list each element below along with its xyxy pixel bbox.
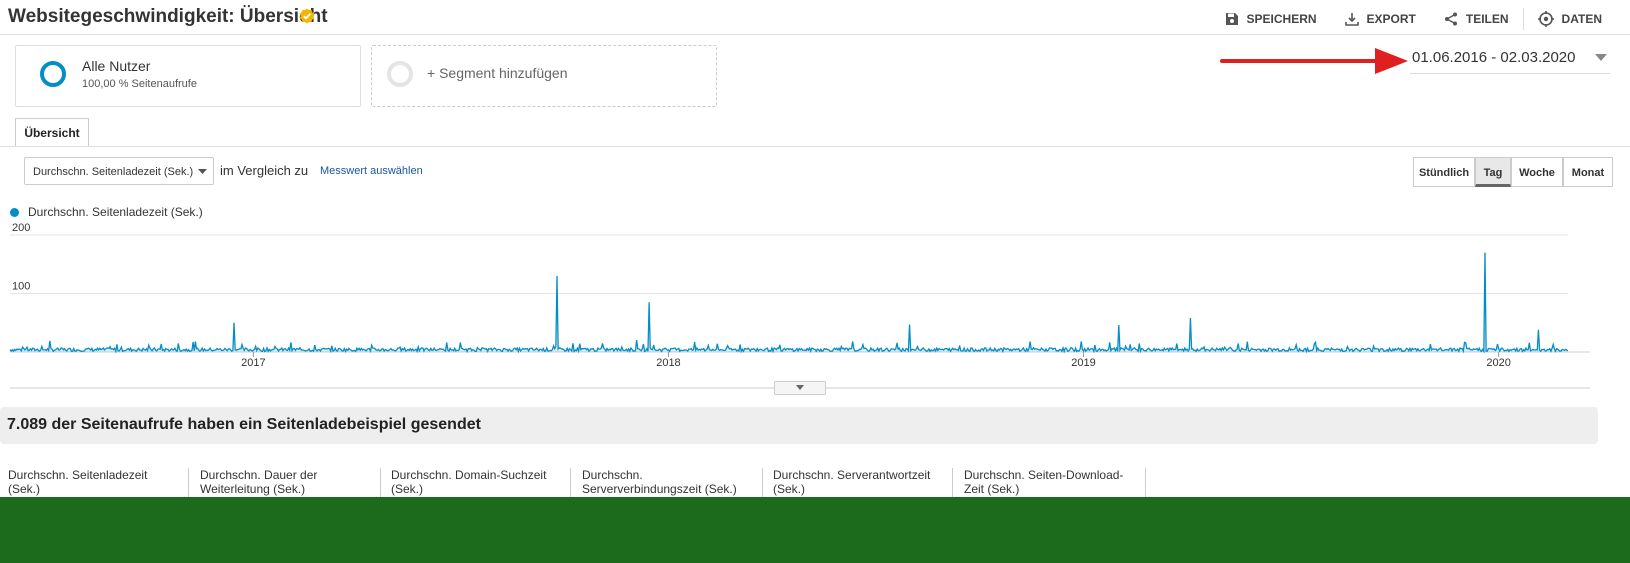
x-tick-label: 2018: [656, 357, 680, 369]
metric-col-download[interactable]: Durchschn. Seiten-Download- Zeit (Sek.): [964, 468, 1123, 496]
header-divider-line: [0, 34, 1630, 35]
export-label: EXPORT: [1366, 12, 1416, 26]
granularity-hourly[interactable]: Stündlich: [1413, 157, 1475, 187]
column-divider: [570, 468, 571, 498]
summary-headline: 7.089 der Seitenaufrufe haben ein Seiten…: [7, 416, 481, 433]
metric-label: Durchschn. Serverantwortzeit: [773, 468, 931, 482]
tab-baseline: [0, 146, 1630, 147]
column-divider: [188, 468, 189, 498]
metric-select[interactable]: Durchschn. Seitenladezeit (Sek.): [24, 157, 214, 185]
granularity-week[interactable]: Woche: [1511, 157, 1563, 187]
metric-col-server-response[interactable]: Durchschn. Serverantwortzeit (Sek.): [773, 468, 930, 496]
date-range-picker[interactable]: 01.06.2016 - 02.03.2020: [1412, 49, 1575, 66]
data-icon: [1537, 11, 1554, 27]
chevron-down-icon[interactable]: [1595, 54, 1607, 62]
save-label: SPEICHERN: [1246, 12, 1317, 26]
download-icon: [1344, 13, 1359, 26]
share-button[interactable]: TEILEN: [1430, 12, 1523, 26]
segment-subtitle: 100,00 % Seitenaufrufe: [82, 78, 197, 90]
metric-col-load-time[interactable]: Durchschn. Seitenladezeit (Sek.): [8, 468, 147, 496]
compare-text: im Vergleich zu: [220, 163, 309, 178]
metric-label: Zeit (Sek.): [964, 482, 1020, 496]
page-title: Websitegeschwindigkeit: Übersicht: [8, 6, 328, 27]
metric-col-domain-lookup[interactable]: Durchschn. Domain-Suchzeit (Sek.): [391, 468, 546, 496]
add-segment-label: + Segment hinzufügen: [427, 65, 568, 81]
x-tick-label: 2017: [241, 357, 265, 369]
series-line: [9, 252, 1569, 354]
y-tick-label: 200: [12, 222, 30, 234]
annotation-arrow-icon: [1220, 48, 1408, 74]
date-range-text: 01.06.2016 - 02.03.2020: [1412, 49, 1576, 66]
metric-select-value: Durchschn. Seitenladezeit (Sek.): [33, 166, 194, 178]
tab-overview[interactable]: Übersicht: [15, 118, 89, 147]
segment-all-users[interactable]: Alle Nutzer 100,00 % Seitenaufrufe: [15, 45, 361, 107]
metric-label: (Sek.): [391, 482, 424, 496]
add-segment-button[interactable]: + Segment hinzufügen: [371, 45, 717, 107]
compare-metric-link[interactable]: Messwert auswählen: [320, 165, 423, 177]
metric-label: Weiterleitung (Sek.): [200, 482, 306, 496]
obscured-region: [0, 497, 1630, 563]
chevron-down-icon: [796, 385, 804, 390]
column-divider: [762, 468, 763, 498]
x-tick-label: 2020: [1486, 357, 1510, 369]
segment-name: Alle Nutzer: [82, 58, 151, 74]
metric-label: Serververbindungszeit (Sek.): [582, 482, 737, 496]
metric-label: (Sek.): [8, 482, 41, 496]
header-actions: SPEICHERN EXPORT TEILEN DATEN: [1211, 8, 1616, 30]
verified-badge-icon: [299, 8, 315, 24]
metric-label: Durchschn. Domain-Suchzeit: [391, 468, 547, 482]
date-underline: [1410, 73, 1610, 74]
metric-col-redirect[interactable]: Durchschn. Dauer der Weiterleitung (Sek.): [200, 468, 317, 496]
metric-label: Durchschn. Seitenladezeit: [8, 468, 148, 482]
save-icon: [1225, 13, 1238, 25]
metric-col-server-connection[interactable]: Durchschn. Serververbindungszeit (Sek.): [582, 468, 737, 496]
metric-label: (Sek.): [773, 482, 806, 496]
column-divider: [952, 468, 953, 498]
line-chart: 200 100 2017 2018 2019 2020: [9, 222, 1590, 389]
granularity-month[interactable]: Monat: [1563, 157, 1613, 187]
x-tick-label: 2019: [1071, 357, 1095, 369]
data-button[interactable]: DATEN: [1524, 11, 1616, 27]
column-divider: [380, 468, 381, 498]
segment-ring-icon: [40, 61, 66, 87]
metric-label: Durchschn. Dauer der: [200, 468, 318, 482]
data-label: DATEN: [1561, 12, 1602, 26]
share-label: TEILEN: [1465, 12, 1509, 26]
empty-segment-ring-icon: [387, 61, 413, 87]
chart-collapse-handle[interactable]: [774, 381, 826, 395]
chevron-down-icon: [198, 169, 207, 174]
legend-dot-icon: [10, 208, 19, 217]
metric-label: Durchschn.: [582, 468, 643, 482]
export-button[interactable]: EXPORT: [1331, 12, 1430, 26]
y-tick-label: 100: [12, 281, 30, 293]
share-icon: [1444, 12, 1457, 26]
column-divider: [1145, 468, 1146, 498]
chart-legend-label: Durchschn. Seitenladezeit (Sek.): [28, 205, 203, 219]
granularity-day[interactable]: Tag: [1475, 157, 1511, 187]
series-area: [10, 252, 1568, 352]
summary-bar: 7.089 der Seitenaufrufe haben ein Seiten…: [0, 407, 1598, 444]
save-button[interactable]: SPEICHERN: [1211, 12, 1331, 26]
metric-label: Durchschn. Seiten-Download-: [964, 468, 1124, 482]
